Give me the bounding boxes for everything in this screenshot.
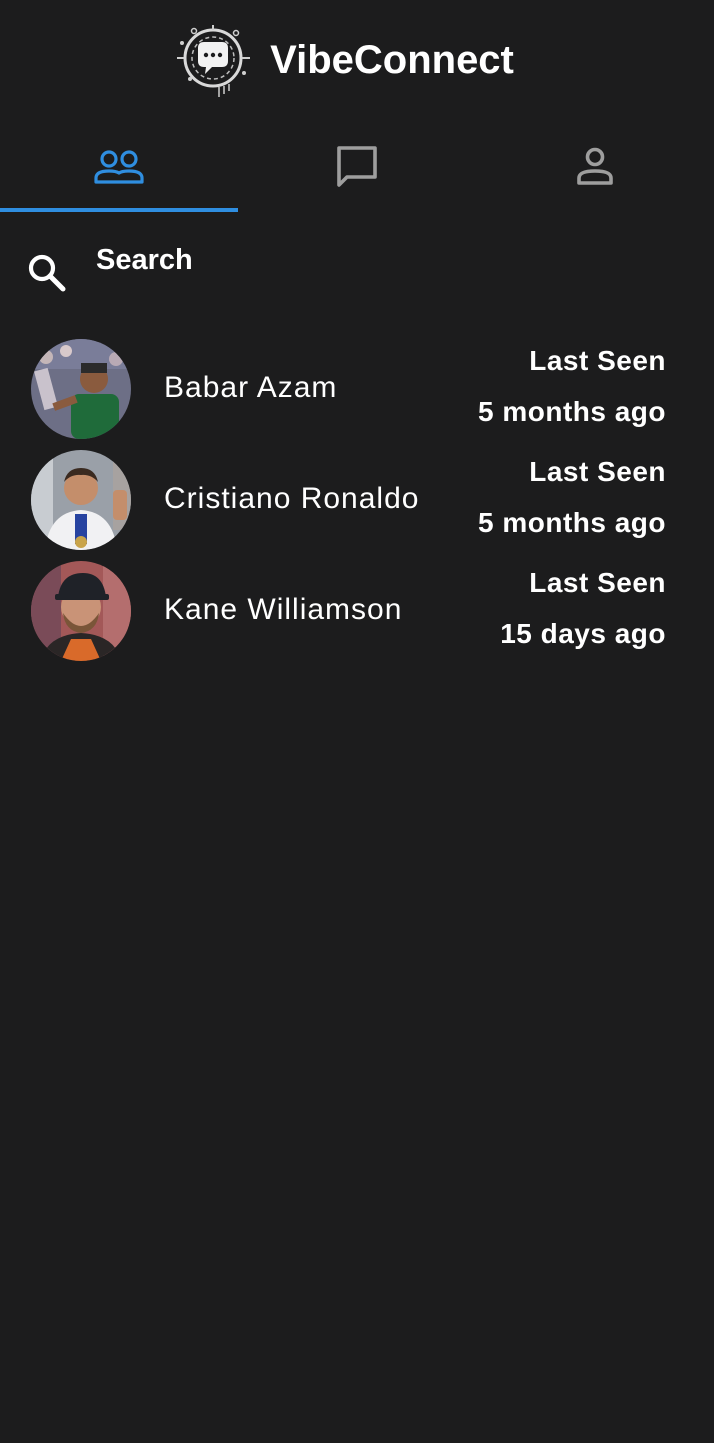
last-seen-value: 15 days ago [500,618,666,649]
avatar [31,339,131,439]
contact-list: Babar Azam Last Seen 5 months ago Cristi… [0,333,714,666]
last-seen-label: Last Seen [529,456,666,487]
search-icon[interactable] [26,252,68,294]
contact-name: Cristiano Ronaldo [164,482,420,515]
active-tab-indicator [0,208,238,212]
avatar [31,450,131,550]
app-logo-icon [177,25,251,97]
app-title: VibeConnect [270,37,514,82]
tab-profile[interactable] [476,122,714,212]
tab-chats[interactable] [238,122,476,212]
search-bar [0,236,714,306]
last-seen-label: Last Seen [529,567,666,598]
last-seen-label: Last Seen [529,345,666,376]
chat-icon [337,146,377,187]
contact-row[interactable]: Babar Azam Last Seen 5 months ago [0,333,714,444]
people-icon [94,150,144,184]
contact-name: Babar Azam [164,371,338,404]
tab-contacts[interactable] [0,122,238,212]
contact-row[interactable]: Cristiano Ronaldo Last Seen 5 months ago [0,444,714,555]
tab-bar [0,122,714,212]
last-seen-value: 5 months ago [477,507,666,538]
search-input[interactable] [96,236,656,284]
contact-row[interactable]: Kane Williamson Last Seen 15 days ago [0,555,714,666]
avatar [31,561,131,661]
contact-name: Kane Williamson [164,593,403,626]
person-icon [577,147,613,185]
last-seen-value: 5 months ago [477,396,666,427]
app-header: VibeConnect [0,18,714,102]
